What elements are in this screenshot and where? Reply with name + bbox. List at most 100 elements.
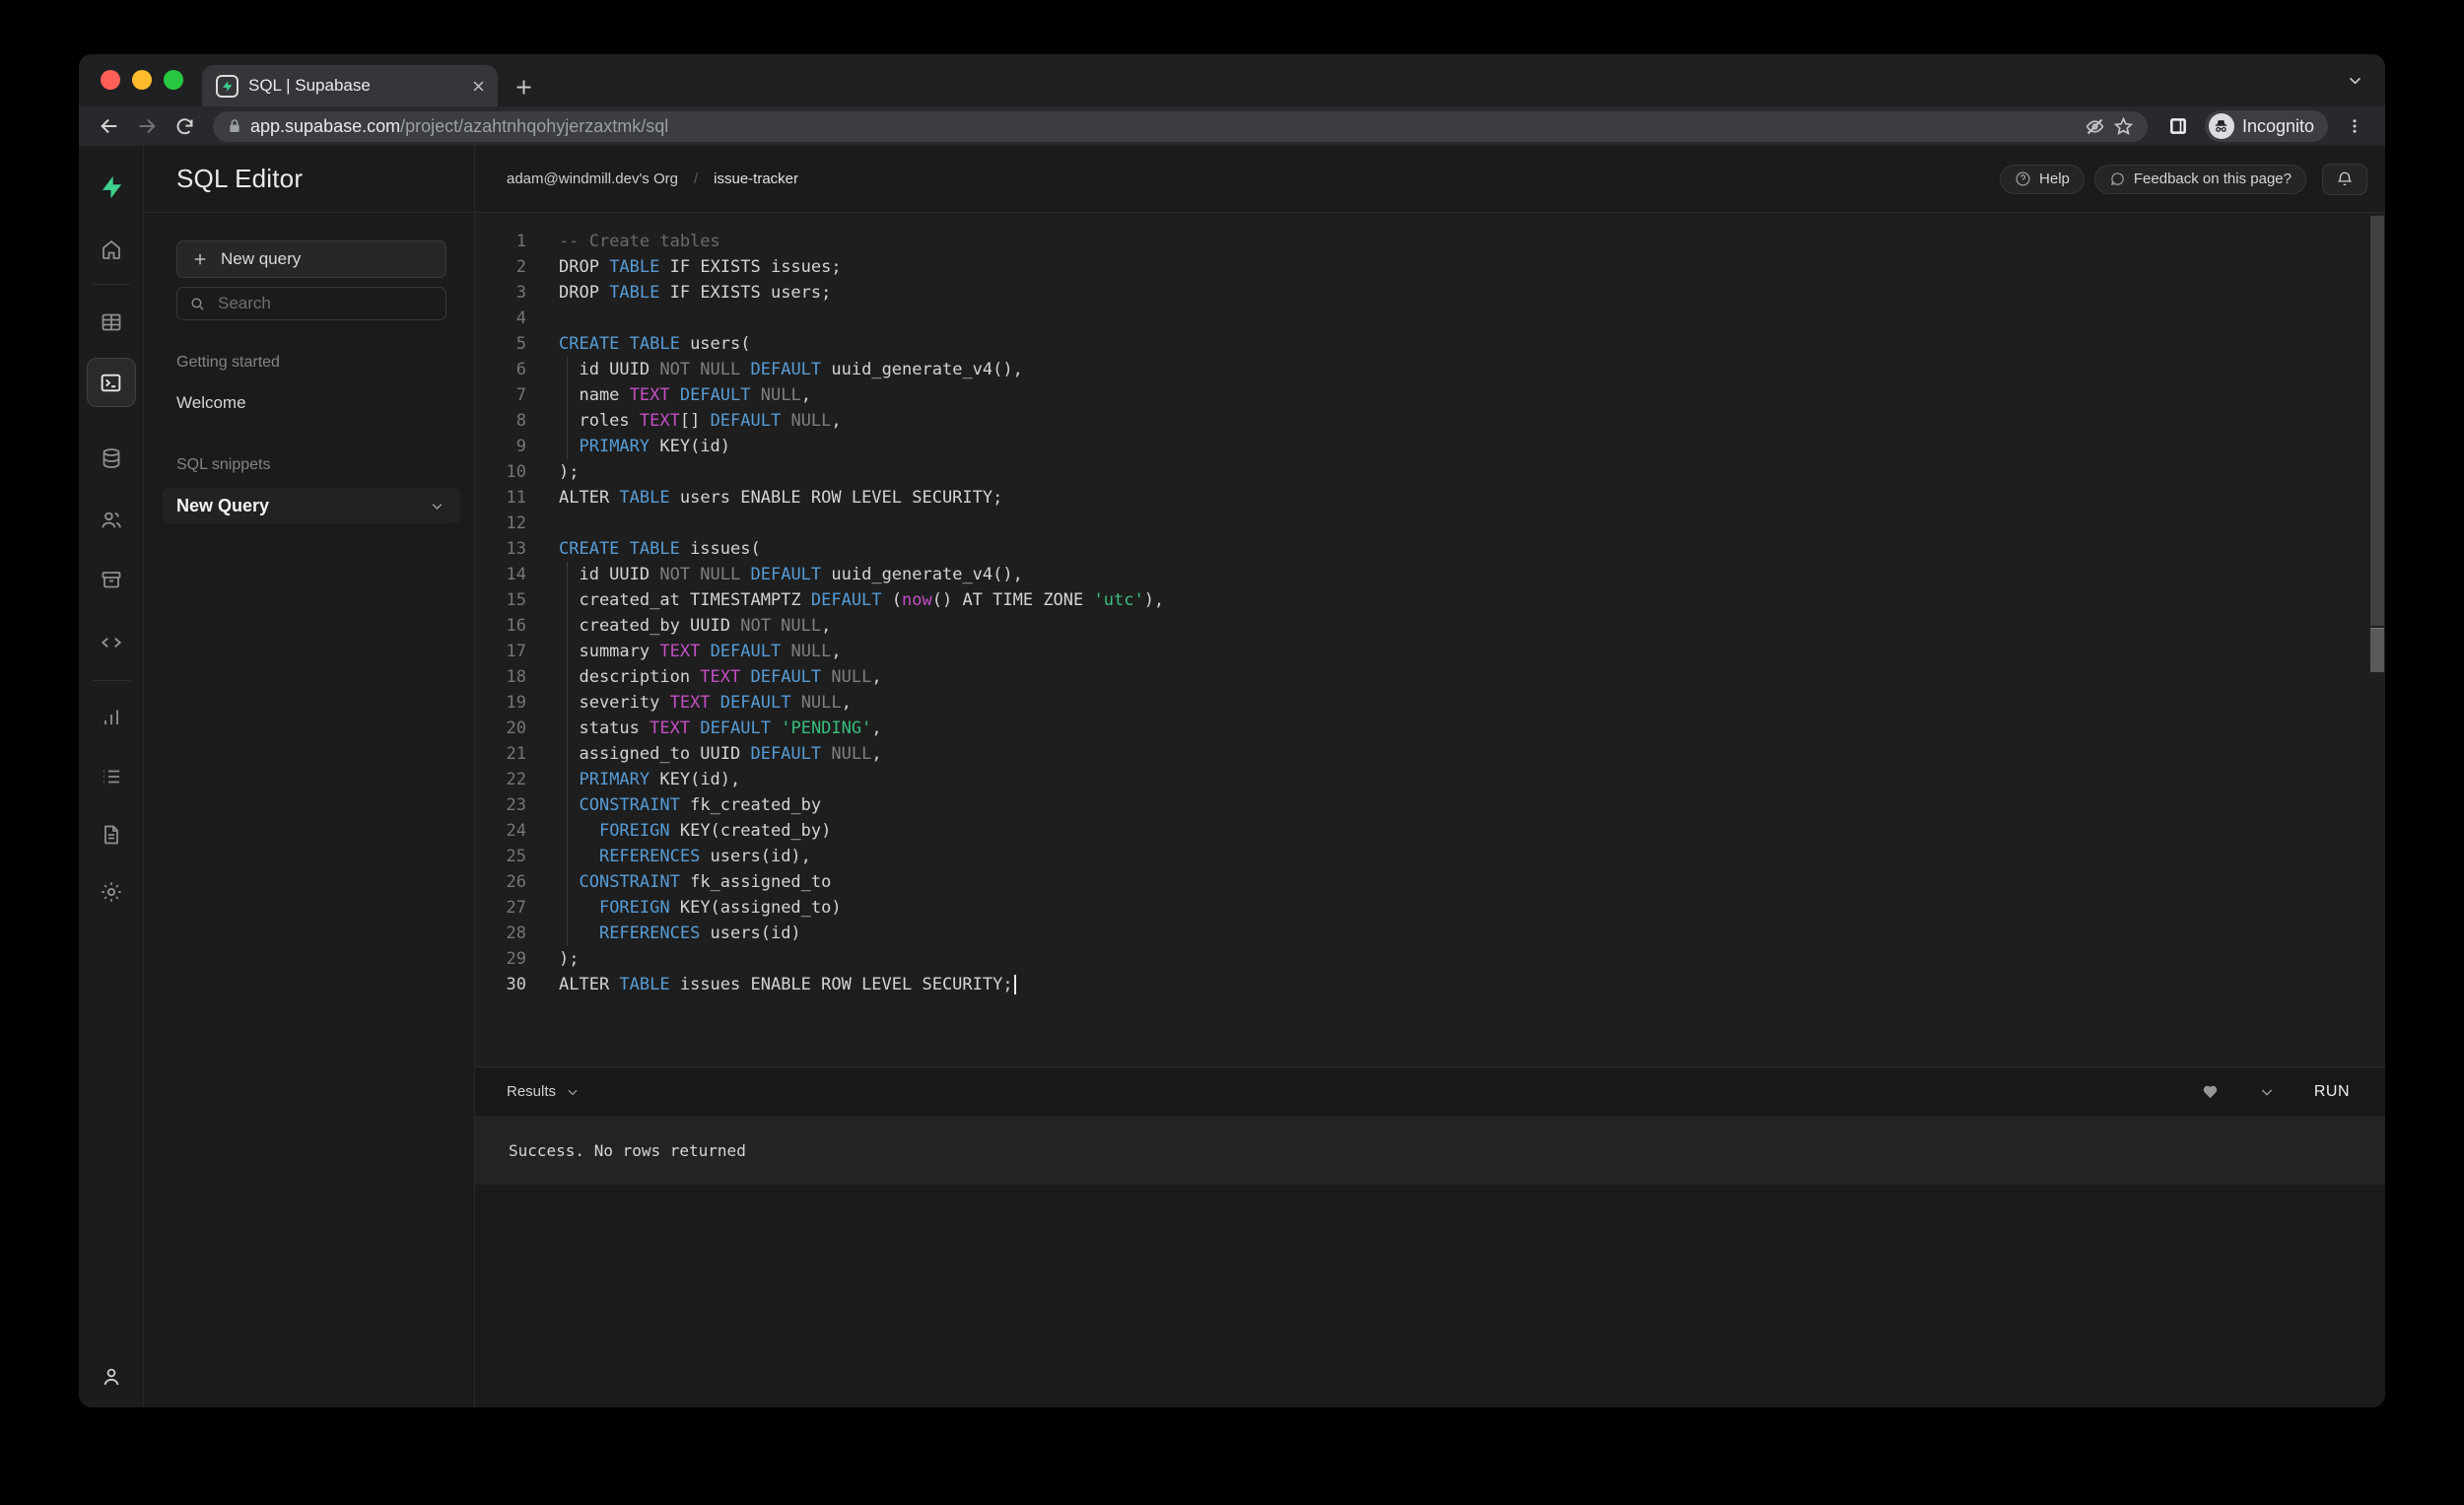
code-line[interactable]: 19 severity TEXT DEFAULT NULL,: [475, 690, 2385, 716]
sidebar-item-welcome[interactable]: Welcome: [176, 393, 446, 413]
code-line[interactable]: 4: [475, 306, 2385, 331]
auth-users-icon[interactable]: [99, 509, 123, 533]
code-line[interactable]: 3DROP TABLE IF EXISTS users;: [475, 280, 2385, 306]
code-line[interactable]: 30ALTER TABLE issues ENABLE ROW LEVEL SE…: [475, 972, 2385, 997]
table-editor-icon[interactable]: [100, 310, 123, 334]
help-button[interactable]: Help: [2000, 165, 2085, 194]
search-icon: [189, 296, 206, 312]
account-icon[interactable]: [100, 1365, 123, 1389]
browser-menu-icon[interactable]: [2338, 109, 2371, 143]
code-line[interactable]: 15 created_at TIMESTAMPTZ DEFAULT (now()…: [475, 587, 2385, 613]
notifications-button[interactable]: [2322, 164, 2367, 195]
line-content: created_at TIMESTAMPTZ DEFAULT (now() AT…: [526, 587, 1164, 613]
tab-close-icon[interactable]: [471, 79, 486, 94]
code-line[interactable]: 6 id UUID NOT NULL DEFAULT uuid_generate…: [475, 357, 2385, 382]
side-panel-icon[interactable]: [2161, 109, 2195, 143]
supabase-favicon-icon: [216, 75, 239, 98]
code-line[interactable]: 12: [475, 511, 2385, 536]
line-content: -- Create tables: [526, 229, 720, 254]
code-line[interactable]: 26 CONSTRAINT fk_assigned_to: [475, 869, 2385, 895]
code-line[interactable]: 21 assigned_to UUID DEFAULT NULL,: [475, 741, 2385, 767]
maximize-window-button[interactable]: [164, 70, 183, 90]
favorite-heart-icon[interactable]: [2201, 1082, 2220, 1101]
breadcrumb: adam@windmill.dev's Org / issue-tracker: [507, 171, 798, 187]
close-window-button[interactable]: [101, 70, 120, 90]
url-text[interactable]: app.supabase.com/project/azahtnhqohyjerz…: [250, 116, 2077, 137]
code-line[interactable]: 9 PRIMARY KEY(id): [475, 434, 2385, 459]
database-icon[interactable]: [100, 446, 123, 470]
new-query-button[interactable]: New query: [176, 240, 446, 278]
code-line[interactable]: 18 description TEXT DEFAULT NULL,: [475, 664, 2385, 690]
main-header: adam@windmill.dev's Org / issue-tracker …: [475, 146, 2385, 213]
code-line[interactable]: 27 FOREIGN KEY(assigned_to): [475, 895, 2385, 921]
supabase-app: SQL Editor New query Getting started Wel…: [79, 146, 2385, 1407]
breadcrumb-project[interactable]: issue-tracker: [714, 171, 798, 187]
code-line[interactable]: 8 roles TEXT[] DEFAULT NULL,: [475, 408, 2385, 434]
forward-icon[interactable]: [130, 109, 164, 143]
api-code-icon[interactable]: [99, 630, 124, 655]
code-line[interactable]: 17 summary TEXT DEFAULT NULL,: [475, 639, 2385, 664]
code-line[interactable]: 11ALTER TABLE users ENABLE ROW LEVEL SEC…: [475, 485, 2385, 511]
code-line[interactable]: 2DROP TABLE IF EXISTS issues;: [475, 254, 2385, 280]
sql-code-editor[interactable]: 1-- Create tables2DROP TABLE IF EXISTS i…: [475, 213, 2385, 1066]
rail-divider: [93, 284, 130, 285]
line-content: [526, 306, 559, 331]
incognito-badge[interactable]: Incognito: [2205, 110, 2328, 142]
supabase-logo-icon[interactable]: [98, 174, 124, 201]
storage-icon[interactable]: [100, 568, 123, 591]
code-line[interactable]: 20 status TEXT DEFAULT 'PENDING',: [475, 716, 2385, 741]
line-number: 30: [475, 972, 526, 997]
bookmark-star-icon[interactable]: [2113, 116, 2134, 137]
feedback-button-label: Feedback on this page?: [2134, 171, 2292, 187]
minimize-window-button[interactable]: [132, 70, 152, 90]
sql-editor-nav-active[interactable]: [87, 358, 136, 407]
reload-icon[interactable]: [168, 109, 201, 143]
line-content: PRIMARY KEY(id),: [526, 767, 740, 792]
code-line[interactable]: 16 created_by UUID NOT NULL,: [475, 613, 2385, 639]
terminal-icon: [99, 371, 123, 395]
line-content: description TEXT DEFAULT NULL,: [526, 664, 882, 690]
line-content: REFERENCES users(id),: [526, 844, 811, 869]
chevron-down-icon[interactable]: [430, 499, 445, 513]
line-number: 9: [475, 434, 526, 459]
sidebar-header: SQL Editor: [144, 146, 474, 213]
snippet-search[interactable]: [176, 287, 446, 320]
code-line[interactable]: 22 PRIMARY KEY(id),: [475, 767, 2385, 792]
code-line[interactable]: 5CREATE TABLE users(: [475, 331, 2385, 357]
line-content: roles TEXT[] DEFAULT NULL,: [526, 408, 842, 434]
results-dropdown[interactable]: Results: [507, 1083, 580, 1100]
new-tab-button[interactable]: [513, 77, 534, 98]
code-line[interactable]: 14 id UUID NOT NULL DEFAULT uuid_generat…: [475, 562, 2385, 587]
line-number: 17: [475, 639, 526, 664]
editor-scrollbar[interactable]: [2370, 216, 2384, 626]
tab-search-chevron-icon[interactable]: [2347, 72, 2363, 89]
reports-chart-icon[interactable]: [100, 706, 123, 729]
privacy-eye-off-icon[interactable]: [2085, 116, 2105, 137]
code-line[interactable]: 29);: [475, 946, 2385, 972]
code-line[interactable]: 13CREATE TABLE issues(: [475, 536, 2385, 562]
code-line[interactable]: 25 REFERENCES users(id),: [475, 844, 2385, 869]
search-input[interactable]: [216, 293, 434, 314]
line-number: 4: [475, 306, 526, 331]
settings-gear-icon[interactable]: [99, 880, 123, 905]
breadcrumb-org[interactable]: adam@windmill.dev's Org: [507, 171, 678, 187]
url-bar[interactable]: app.supabase.com/project/azahtnhqohyjerz…: [213, 111, 2148, 142]
url-path: /project/azahtnhqohyjerzaxtmk/sql: [400, 116, 668, 136]
code-line[interactable]: 7 name TEXT DEFAULT NULL,: [475, 382, 2385, 408]
browser-tab[interactable]: SQL | Supabase: [202, 65, 498, 106]
line-content: DROP TABLE IF EXISTS issues;: [526, 254, 842, 280]
editor-scrollbar-thumb[interactable]: [2370, 628, 2384, 672]
code-line[interactable]: 24 FOREIGN KEY(created_by): [475, 818, 2385, 844]
code-line[interactable]: 23 CONSTRAINT fk_created_by: [475, 792, 2385, 818]
sidebar-item-new-query[interactable]: New Query: [163, 488, 460, 523]
run-options-chevron-icon[interactable]: [2259, 1084, 2275, 1100]
code-line[interactable]: 28 REFERENCES users(id): [475, 921, 2385, 946]
feedback-button[interactable]: Feedback on this page?: [2094, 165, 2306, 194]
code-line[interactable]: 10);: [475, 459, 2385, 485]
code-line[interactable]: 1-- Create tables: [475, 229, 2385, 254]
home-icon[interactable]: [100, 238, 123, 261]
run-button[interactable]: RUN: [2314, 1083, 2350, 1101]
docs-file-icon[interactable]: [100, 823, 123, 847]
logs-list-icon[interactable]: [100, 765, 123, 788]
back-icon[interactable]: [93, 109, 126, 143]
